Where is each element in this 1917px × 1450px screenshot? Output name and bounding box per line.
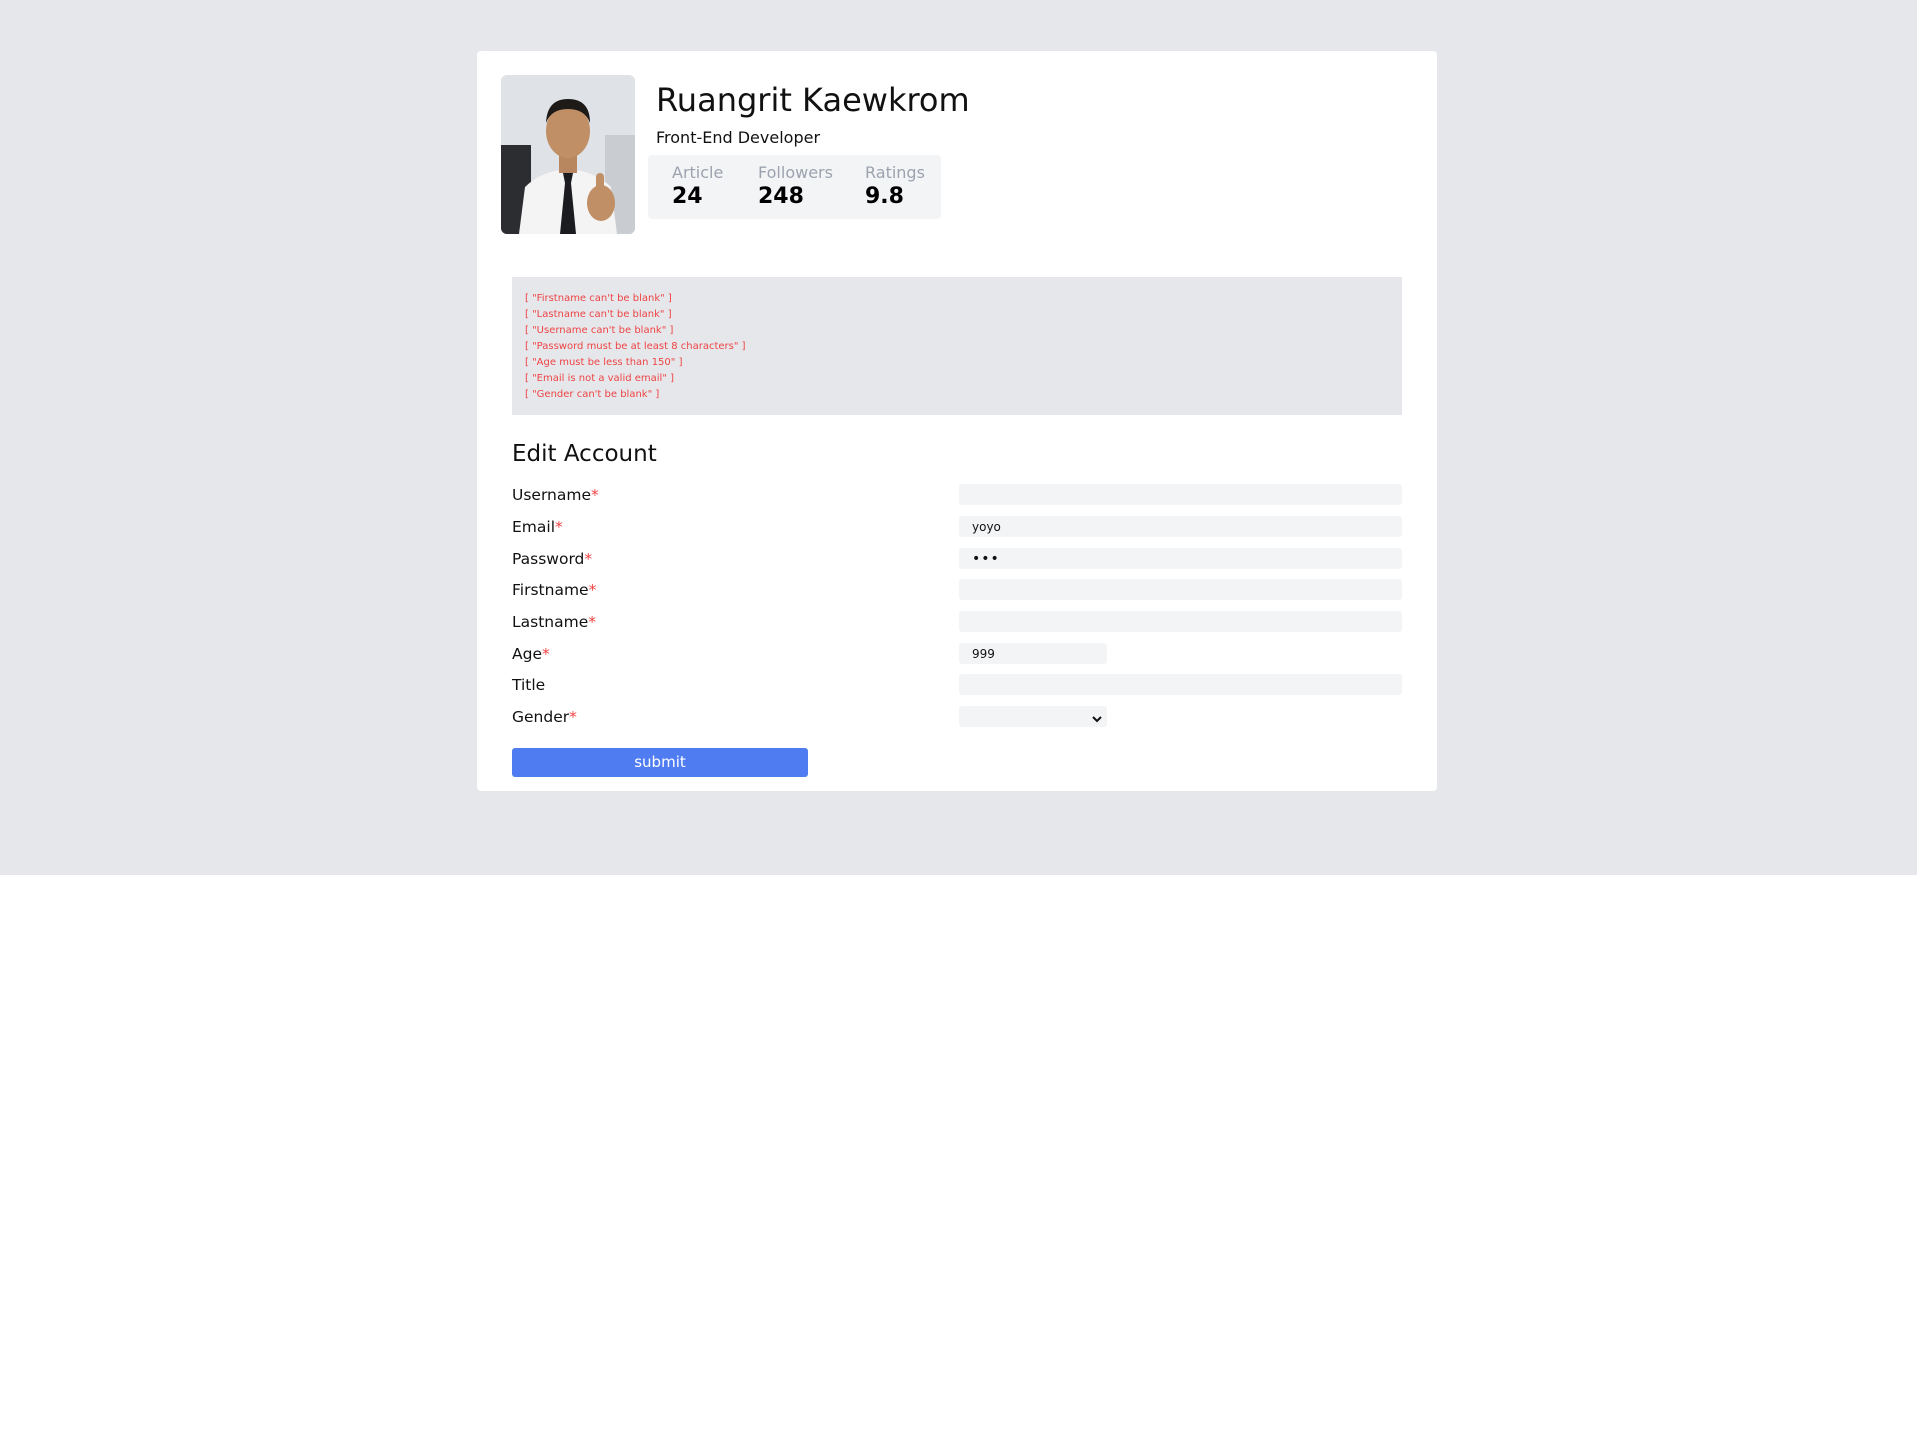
error-message: [ "Gender can't be blank" ] (525, 389, 660, 400)
stat-value: 9.8 (865, 184, 904, 209)
profile-card: Ruangrit Kaewkrom Front-End Developer Ar… (477, 51, 1437, 791)
error-message: [ "Email is not a valid email" ] (525, 373, 675, 384)
field-label-text: Email (512, 518, 556, 536)
title-label: Title (512, 676, 545, 694)
username-label: Username* (512, 486, 599, 504)
lastname-label: Lastname* (512, 613, 596, 631)
field-label-text: Lastname (512, 613, 589, 631)
email-row: Email* (512, 516, 1402, 540)
required-mark: * (541, 645, 550, 663)
firstname-label: Firstname* (512, 581, 596, 599)
email-input[interactable] (959, 516, 1402, 537)
stat-label: Article (672, 163, 724, 182)
required-mark: * (591, 486, 599, 504)
required-mark: * (584, 550, 593, 568)
profile-name: Ruangrit Kaewkrom (656, 81, 970, 119)
error-message: [ "Firstname can't be blank" ] (525, 293, 672, 304)
email-label: Email* (512, 518, 563, 536)
username-row: Username* (512, 484, 1402, 508)
lastname-input[interactable] (959, 611, 1402, 632)
submit-button[interactable]: submit (512, 748, 808, 777)
field-label-text: Title (512, 676, 546, 694)
firstname-input[interactable] (959, 579, 1402, 600)
stat-value: 248 (758, 184, 804, 209)
stat-label: Followers (758, 163, 833, 182)
field-label-text: Age (512, 645, 542, 663)
username-input[interactable] (959, 484, 1402, 505)
gender-select[interactable] (959, 706, 1107, 727)
stat-followers: Followers 248 (758, 163, 833, 211)
password-label: Password* (512, 550, 592, 568)
field-label-text: Password (512, 550, 585, 568)
profile-stats: Article 24 Followers 248 Ratings 9.8 (648, 155, 941, 219)
error-message: [ "Username can't be blank" ] (525, 325, 674, 336)
profile-title: Front-End Developer (656, 128, 821, 147)
password-row: Password* (512, 548, 1402, 572)
field-label-text: Username (512, 486, 592, 504)
error-message: [ "Age must be less than 150" ] (525, 357, 683, 368)
field-label-text: Gender (512, 708, 570, 726)
password-input[interactable] (959, 548, 1402, 569)
stat-value: 24 (672, 184, 703, 209)
required-mark: * (555, 518, 563, 536)
field-label-text: Firstname (512, 581, 589, 599)
lastname-row: Lastname* (512, 611, 1402, 635)
chevron-down-icon (1091, 710, 1103, 729)
required-mark: * (588, 613, 596, 631)
age-label: Age* (512, 645, 550, 663)
stat-label: Ratings (865, 163, 925, 182)
title-input[interactable] (959, 674, 1402, 695)
stat-article: Article 24 (672, 163, 723, 211)
gender-label: Gender* (512, 708, 577, 726)
error-messages: [ "Firstname can't be blank" ] [ "Lastna… (512, 277, 1402, 415)
stat-ratings: Ratings 9.8 (865, 163, 925, 211)
age-row: Age* (512, 643, 1402, 667)
firstname-row: Firstname* (512, 579, 1402, 603)
title-row: Title (512, 674, 1402, 698)
error-message: [ "Lastname can't be blank" ] (525, 309, 672, 320)
form-heading: Edit Account (512, 441, 657, 467)
required-mark: * (588, 581, 597, 599)
avatar (501, 75, 635, 234)
required-mark: * (569, 708, 577, 726)
error-message: [ "Password must be at least 8 character… (525, 341, 746, 352)
age-input[interactable] (959, 643, 1107, 664)
gender-row: Gender* (512, 706, 1402, 730)
